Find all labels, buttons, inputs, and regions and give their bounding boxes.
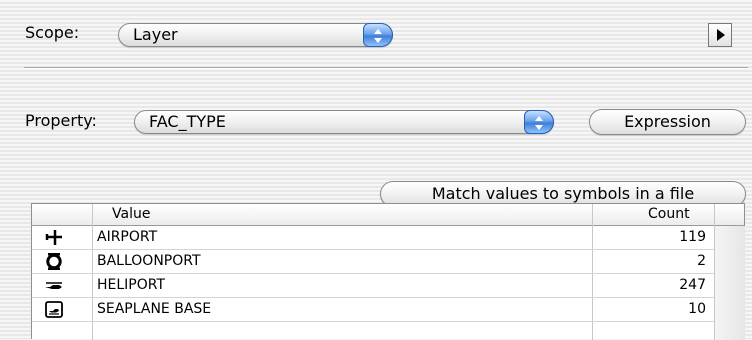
separator-line (24, 67, 748, 69)
helicopter-icon (45, 282, 62, 289)
table-header: Value Count (32, 204, 744, 226)
column-header-value[interactable]: Value (112, 204, 150, 225)
column-divider (714, 204, 715, 226)
property-popup-value: FAC_TYPE (149, 112, 226, 131)
popup-arrows-icon (363, 23, 393, 47)
scope-popup-value: Layer (133, 25, 178, 44)
airplane-icon (45, 230, 62, 245)
triangle-right-icon (717, 29, 725, 41)
expression-button[interactable]: Expression (589, 109, 746, 135)
disclosure-button[interactable] (708, 23, 732, 47)
row-count: 119 (679, 229, 706, 245)
seaplane-icon (45, 301, 63, 318)
row-count: 10 (688, 301, 706, 317)
row-value: SEAPLANE BASE (97, 301, 212, 317)
column-header-symbol[interactable] (32, 204, 92, 225)
scope-label: Scope: (25, 23, 80, 42)
property-label: Property: (25, 111, 97, 130)
row-count: 2 (697, 253, 706, 269)
scope-popup[interactable]: Layer (118, 23, 393, 47)
row-value: HELIPORT (97, 277, 166, 293)
vertical-scrollbar[interactable] (714, 226, 745, 340)
column-header-count[interactable]: Count (648, 204, 690, 225)
row-count: 247 (679, 277, 706, 293)
table-row[interactable]: AIRPORT 119 (32, 226, 714, 250)
balloon-circle-icon (46, 253, 62, 270)
popup-arrows-icon (524, 110, 554, 134)
table-row[interactable]: HELIPORT 247 (32, 274, 714, 298)
table-row[interactable]: SEAPLANE BASE 10 (32, 298, 714, 322)
values-table: Value Count AIRPORT 119 BALLOONPORT 2 HE… (31, 203, 745, 340)
row-value: AIRPORT (97, 229, 158, 245)
table-row[interactable]: BALLOONPORT 2 (32, 250, 714, 274)
row-value: BALLOONPORT (97, 253, 201, 269)
property-popup[interactable]: FAC_TYPE (134, 110, 554, 134)
